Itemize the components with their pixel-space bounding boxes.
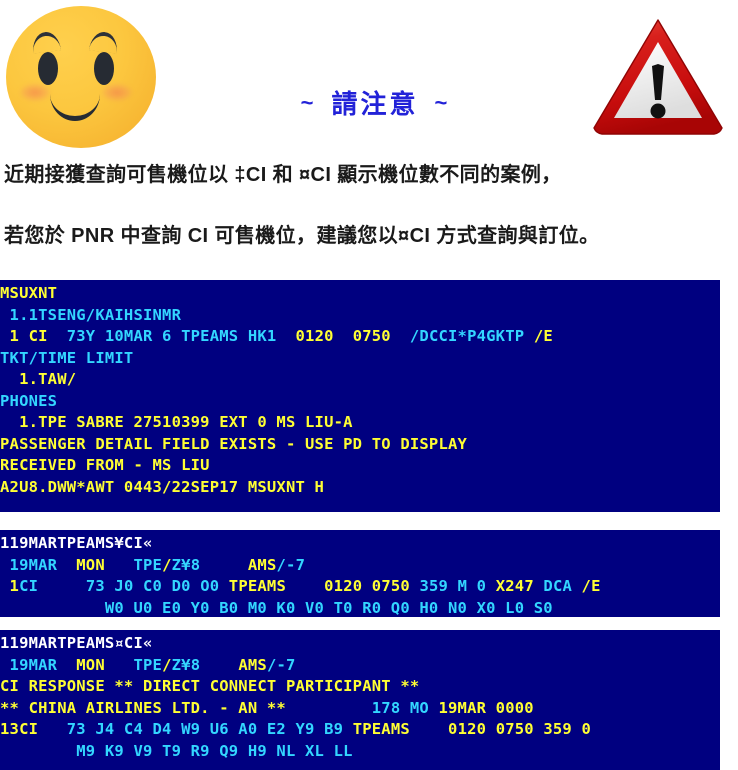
terminal-text: 0120 0750	[324, 577, 410, 595]
terminal-text: M9 K9 V9 T9 R9 Q9 H9 NL XL LL	[0, 741, 353, 760]
terminal-text: TPE	[104, 655, 163, 674]
terminal-text: RECEIVED FROM - MS LIU	[0, 456, 210, 474]
terminal-text: 178 MO	[285, 698, 439, 717]
terminal-line: TKT/TIME LIMIT	[0, 348, 720, 370]
terminal-text: CI RESPONSE ** DIRECT CONNECT PARTICIPAN…	[0, 677, 420, 695]
terminal-text: 119MARTPEAMS¥CI«	[0, 534, 153, 552]
smiley-blush-left	[20, 84, 50, 101]
terminal-line: W0 U0 E0 Y0 B0 M0 K0 V0 T0 R0 Q0 H0 N0 X…	[0, 598, 720, 620]
terminal-line: PASSENGER DETAIL FIELD EXISTS - USE PD T…	[0, 434, 720, 456]
terminal-text: 73 J4 C4 D4 W9 U6 A0 E2 Y9 B9	[38, 720, 353, 738]
terminal-text: A2U8.DWW*AWT 0443/22SEP17 MSUXNT H	[0, 477, 325, 496]
smiley-blush-right	[102, 84, 132, 101]
terminal-line: 1.TAW/	[0, 369, 720, 391]
terminal-text: 1.TPE SABRE 27510399 EXT 0 MS LIU-A	[0, 413, 353, 431]
terminal-line: MSUXNT	[0, 283, 720, 305]
title-tilde-right: ~	[434, 90, 450, 115]
terminal-text: PHONES	[0, 391, 58, 410]
terminal-text: MON	[57, 555, 105, 574]
terminal-text: 0120 0750 359 0	[448, 720, 592, 738]
terminal-text: 119MARTPEAMS¤CI«	[0, 634, 153, 652]
terminal-text: 1.TAW/	[0, 370, 77, 388]
terminal-block-availability-currency: 119MARTPEAMS¤CI« 19MAR MON TPE/Z¥8 AMS/-…	[0, 630, 720, 770]
terminal-line: 19MAR MON TPE/Z¥8 AMS/-7	[0, 655, 720, 677]
terminal-line: 13CI 73 J4 C4 D4 W9 U6 A0 E2 Y9 B9 TPEAM…	[0, 719, 720, 741]
header-banner: ~ 請注意 ~	[0, 0, 738, 150]
smiley-eyebrow-left	[30, 30, 62, 54]
terminal-text: /	[162, 655, 172, 674]
smiley-face-icon	[6, 6, 156, 148]
terminal-text: 1 CI	[0, 327, 48, 345]
terminal-text: AMS	[200, 655, 267, 674]
terminal-text: Z¥8	[171, 555, 201, 574]
terminal-line: A2U8.DWW*AWT 0443/22SEP17 MSUXNT H	[0, 477, 720, 499]
smiley-mouth	[50, 94, 100, 121]
terminal-text: PASSENGER DETAIL FIELD EXISTS - USE PD T…	[0, 434, 468, 453]
terminal-text: 73Y 10MAR 6 TPEAMS HK1	[47, 327, 277, 345]
smiley-eyebrow-right	[88, 30, 120, 54]
terminal-text: /	[162, 555, 172, 574]
terminal-line: M9 K9 V9 T9 R9 Q9 H9 NL XL LL	[0, 741, 720, 763]
terminal-text: ** CHINA AIRLINES LTD. - AN **	[0, 698, 286, 717]
terminal-line: CI RESPONSE ** DIRECT CONNECT PARTICIPAN…	[0, 676, 720, 698]
terminal-block-pnr-display: MSUXNT 1.1TSENG/KAIHSINMR 1 CI 73Y 10MAR…	[0, 280, 720, 512]
terminal-text: /-7	[266, 655, 296, 674]
terminal-line: 1.TPE SABRE 27510399 EXT 0 MS LIU-A	[0, 412, 720, 434]
terminal-text: X247	[495, 577, 534, 595]
terminal-line: 1.1TSENG/KAIHSINMR	[0, 305, 720, 327]
notice-line-2: 若您於 PNR 中查詢 CI 可售機位，建議您以¤CI 方式查詢與訂位。	[4, 225, 600, 247]
terminal-line: 1CI 73 J0 C0 D0 O0 TPEAMS 0120 0750 359 …	[0, 576, 720, 598]
terminal-text: /E	[572, 577, 601, 595]
terminal-line: 1 CI 73Y 10MAR 6 TPEAMS HK1 0120 0750 /D…	[0, 326, 720, 348]
terminal-text: 73 J0 C0 D0 O0	[38, 577, 229, 595]
terminal-text: TPEAMS	[352, 720, 410, 738]
terminal-line: 19MAR MON TPE/Z¥8 AMS/-7	[0, 555, 720, 577]
terminal-text: MON	[57, 655, 105, 674]
terminal-line: 119MARTPEAMS¥CI«	[0, 533, 720, 555]
terminal-text: TPEAMS	[228, 577, 286, 595]
title-tilde-left: ~	[300, 90, 316, 115]
terminal-line: ** CHINA AIRLINES LTD. - AN ** 178 MO 19…	[0, 698, 720, 720]
terminal-text: 0120 0750	[276, 327, 391, 345]
smiley-eye-right	[94, 52, 114, 85]
terminal-text: /E	[524, 327, 553, 345]
smiley-eye-left	[38, 52, 58, 85]
terminal-text: AMS	[200, 555, 277, 574]
terminal-text: TPE	[104, 555, 163, 574]
terminal-line: RECEIVED FROM - MS LIU	[0, 455, 720, 477]
terminal-block-availability-yen: 119MARTPEAMS¥CI« 19MAR MON TPE/Z¥8 AMS/-…	[0, 530, 720, 617]
terminal-text: CI	[19, 577, 39, 595]
warning-triangle-icon	[593, 19, 723, 135]
terminal-text: MSUXNT	[0, 284, 58, 302]
terminal-text: 1.1TSENG/KAIHSINMR	[0, 305, 182, 324]
terminal-text: 19MAR	[0, 655, 58, 674]
notice-line-1: 近期接獲查詢可售機位以 ‡CI 和 ¤CI 顯示機位數不同的案例，	[4, 164, 562, 186]
terminal-text: /DCCI*P4GKTP	[390, 327, 525, 345]
title-text: 請注意	[331, 89, 419, 119]
terminal-text: 19MAR 0000	[438, 698, 534, 717]
terminal-line: 119MARTPEAMS¤CI«	[0, 633, 720, 655]
page-title: ~ 請注意 ~	[250, 84, 500, 121]
terminal-text: TKT/TIME LIMIT	[0, 348, 134, 367]
terminal-text: /-7	[276, 555, 306, 574]
terminal-text: Z¥8	[171, 655, 201, 674]
terminal-text: DCA	[533, 577, 573, 595]
terminal-text: 1	[0, 577, 20, 595]
terminal-text: W0 U0 E0 Y0 B0 M0 K0 V0 T0 R0 Q0 H0 N0 X…	[0, 598, 553, 617]
terminal-text: 19MAR	[0, 555, 58, 574]
terminal-text: 13CI	[0, 720, 39, 738]
terminal-line: PHONES	[0, 391, 720, 413]
terminal-text: 359 M 0	[409, 577, 496, 595]
